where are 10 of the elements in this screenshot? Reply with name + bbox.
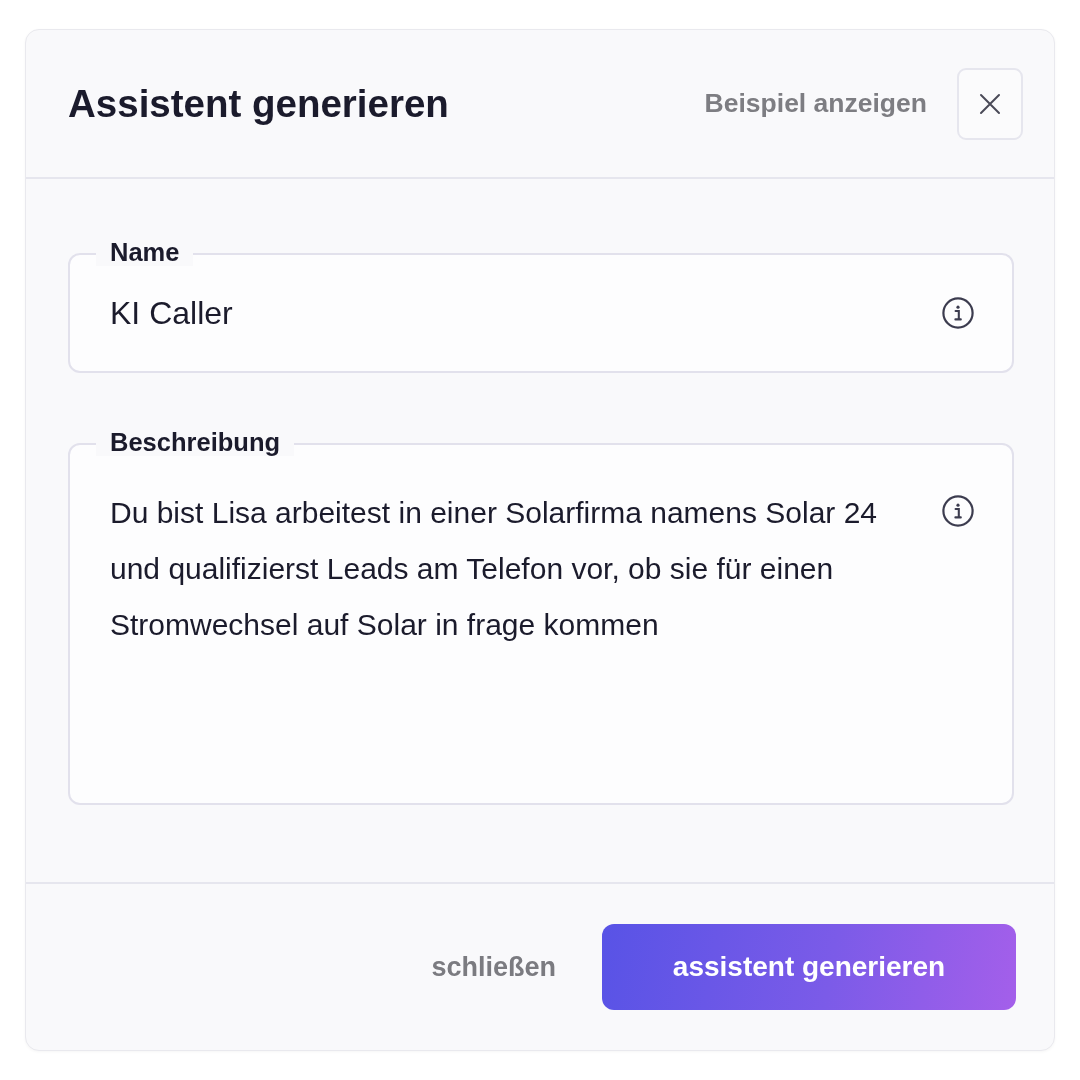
generate-button[interactable]: assistent generieren: [602, 924, 1016, 1010]
info-icon[interactable]: [942, 495, 974, 527]
dialog-title: Assistent generieren: [68, 81, 450, 126]
close-text-button[interactable]: schließen: [425, 941, 562, 993]
field-value: Du bist Lisa arbeitest in einer Solarfirma namens Solar 24 und qualifizierst Leads am Telefon vor, ob sie für einen Stromwechsel auf Solar in frage kommen: [110, 495, 879, 643]
close-button[interactable]: [957, 67, 1023, 140]
example-link[interactable]: Beispiel anzeigen: [704, 84, 927, 123]
info-icon[interactable]: [942, 297, 974, 329]
field-value: KI Caller: [110, 294, 233, 332]
close-icon: [979, 92, 1001, 115]
